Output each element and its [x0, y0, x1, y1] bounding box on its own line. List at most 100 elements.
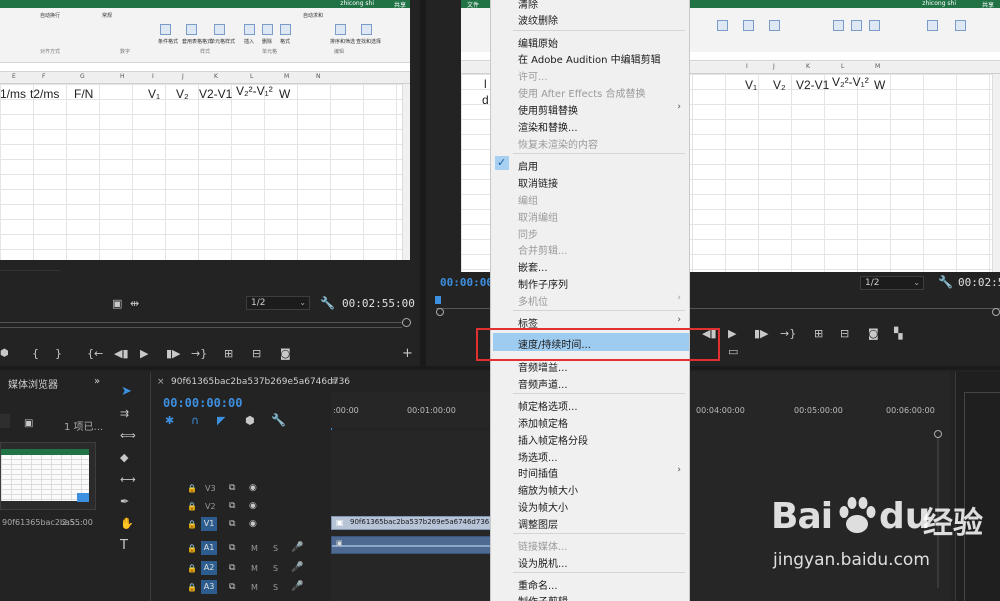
zoom-select[interactable]: 1/2 ⌄: [246, 296, 310, 310]
timeline-timecode[interactable]: 00:00:00:00: [163, 396, 242, 410]
delete-icon[interactable]: [851, 20, 862, 31]
cell-w[interactable]: W: [874, 78, 885, 92]
nest-toggle-icon[interactable]: ✱: [165, 415, 174, 426]
play-icon[interactable]: ▶: [728, 328, 736, 339]
find-select-icon[interactable]: [361, 24, 372, 35]
menu-item-clear[interactable]: 清除: [518, 0, 538, 11]
track-a3-target[interactable]: A3: [201, 580, 217, 594]
bin-icon[interactable]: ▣: [24, 418, 33, 429]
sheet-grid[interactable]: [0, 84, 410, 260]
cell-t2[interactable]: t2/ms: [30, 87, 59, 101]
hand-tool-icon[interactable]: ✋: [120, 518, 134, 529]
go-to-out-icon[interactable]: →}: [780, 328, 796, 339]
menu-item-scale-to-frame[interactable]: 缩放为帧大小: [518, 482, 578, 497]
safe-margins-icon[interactable]: ▭: [728, 346, 738, 357]
ribbon-wrap-text[interactable]: 自动换行: [40, 12, 60, 19]
comparison-view-icon[interactable]: ▚: [894, 328, 902, 339]
mark-in-icon[interactable]: {: [32, 348, 39, 359]
menu-item-make-subsequence[interactable]: 制作子序列: [518, 276, 568, 291]
sheet-vertical-scrollbar[interactable]: [992, 74, 1000, 272]
cell-dv[interactable]: V2-V1: [199, 87, 232, 101]
tab-sequence[interactable]: 90f61365bac2ba537b269e5a6746d736: [171, 377, 350, 387]
menu-item-edit-in-audition[interactable]: 在 Adobe Audition 中编辑剪辑: [518, 51, 661, 66]
step-forward-icon[interactable]: ▮▶: [754, 328, 769, 339]
left-monitor-scrubber[interactable]: [0, 322, 402, 328]
settings-sliders-icon[interactable]: ⇹: [130, 298, 139, 309]
menu-item-license[interactable]: 许可...: [518, 68, 548, 83]
menu-item-time-interpolation[interactable]: 时间插值: [518, 465, 558, 480]
play-icon[interactable]: ▶: [140, 348, 148, 359]
menu-item-set-to-frame[interactable]: 设为帧大小: [518, 499, 568, 514]
menu-item-rename[interactable]: 重命名...: [518, 577, 558, 592]
sort-filter-icon[interactable]: [927, 20, 938, 31]
menu-item-audio-gain[interactable]: 音频增益...: [518, 359, 568, 374]
search-box[interactable]: [0, 414, 10, 428]
camera-icon[interactable]: ◙: [868, 328, 879, 339]
lock-icon[interactable]: 🔒: [187, 484, 197, 493]
camera-icon[interactable]: ◙: [280, 348, 291, 359]
wrench-icon[interactable]: 🔧: [320, 297, 335, 309]
track-area[interactable]: ▣ 90f61365bac2ba537b269e5a6746d736.mp4 […: [331, 430, 520, 601]
step-forward-icon[interactable]: ▮▶: [166, 348, 181, 359]
linked-selection-icon[interactable]: ◤: [217, 415, 225, 426]
sync-lock-icon[interactable]: ⧉: [229, 519, 235, 530]
insert-icon[interactable]: ⊞: [224, 348, 233, 359]
sync-lock-icon[interactable]: ⧉: [229, 563, 235, 574]
ribbon-autosum[interactable]: 自动求和: [303, 12, 323, 19]
step-back-icon[interactable]: ◀▮: [114, 348, 129, 359]
lock-icon[interactable]: 🔒: [187, 583, 197, 592]
format-icon[interactable]: [280, 24, 291, 35]
format-icon[interactable]: [869, 20, 880, 31]
playhead-marker[interactable]: [435, 296, 441, 304]
cell-dv2[interactable]: V₂²-V₁²: [236, 84, 273, 98]
overwrite-icon[interactable]: ⊟: [252, 348, 261, 359]
cell-style-icon[interactable]: [769, 20, 780, 31]
clip-thumbnail[interactable]: [0, 442, 96, 510]
wrench-icon[interactable]: 🔧: [271, 414, 286, 426]
solo-button[interactable]: S: [273, 544, 278, 553]
microphone-icon[interactable]: 🎤: [291, 562, 303, 573]
menu-item-replace-clip[interactable]: 使用剪辑替换: [518, 102, 578, 117]
delete-icon[interactable]: [262, 24, 273, 35]
cell-fragment[interactable]: d: [482, 93, 489, 107]
sync-lock-icon[interactable]: ⧉: [229, 582, 235, 593]
menu-item-restore-unrendered[interactable]: 恢复未渲染的内容: [518, 136, 598, 151]
find-select-icon[interactable]: [955, 20, 966, 31]
menu-item-unlink[interactable]: 取消链接: [518, 175, 558, 190]
cell-t1[interactable]: 1/ms: [0, 87, 26, 101]
solo-button[interactable]: S: [273, 583, 278, 592]
eye-icon[interactable]: ◉: [249, 519, 257, 530]
cell-fragment[interactable]: l: [484, 77, 487, 91]
track-v1-target[interactable]: V1: [201, 517, 217, 531]
add-marker-icon[interactable]: ⬢: [245, 415, 255, 426]
go-to-in-icon[interactable]: {←: [87, 348, 103, 359]
menu-item-ripple-delete[interactable]: 波纹删除: [518, 12, 558, 27]
close-icon[interactable]: ×: [157, 377, 165, 387]
lock-icon[interactable]: 🔒: [187, 564, 197, 573]
program-timecode[interactable]: 00:00:00: [440, 276, 493, 289]
table-format-icon[interactable]: [186, 24, 197, 35]
slip-tool-icon[interactable]: ⟷: [120, 474, 136, 485]
menu-item-synchronize[interactable]: 同步: [518, 226, 538, 241]
menu-item-multicam[interactable]: 多机位: [518, 293, 548, 308]
wrench-icon[interactable]: 🔧: [938, 276, 953, 288]
selection-tool-icon[interactable]: ➤: [121, 385, 132, 398]
go-to-out-icon[interactable]: →}: [191, 348, 207, 359]
menu-item-field-options[interactable]: 场选项...: [518, 449, 558, 464]
export-frame-icon[interactable]: ▣: [112, 298, 122, 309]
conditional-format-icon[interactable]: [160, 24, 171, 35]
sort-filter-icon[interactable]: [335, 24, 346, 35]
time-ruler[interactable]: :00:00 00:01:00:00: [331, 392, 491, 444]
vertical-zoom-handle[interactable]: [934, 430, 942, 438]
solo-button[interactable]: S: [273, 564, 278, 573]
lift-icon[interactable]: ⊞: [814, 328, 823, 339]
sheet-vertical-scrollbar[interactable]: [402, 84, 410, 260]
menu-item-insert-frame-hold[interactable]: 插入帧定格分段: [518, 432, 588, 447]
insert-icon[interactable]: [244, 24, 255, 35]
snap-icon[interactable]: ∩: [191, 415, 199, 426]
extract-icon[interactable]: ⊟: [840, 328, 849, 339]
menu-item-frame-hold-options[interactable]: 帧定格选项...: [518, 398, 578, 413]
menu-item-adjustment-layer[interactable]: 调整图层: [518, 516, 558, 531]
mute-button[interactable]: M: [251, 583, 258, 592]
menu-item-merge-clips[interactable]: 合并剪辑...: [518, 242, 568, 257]
